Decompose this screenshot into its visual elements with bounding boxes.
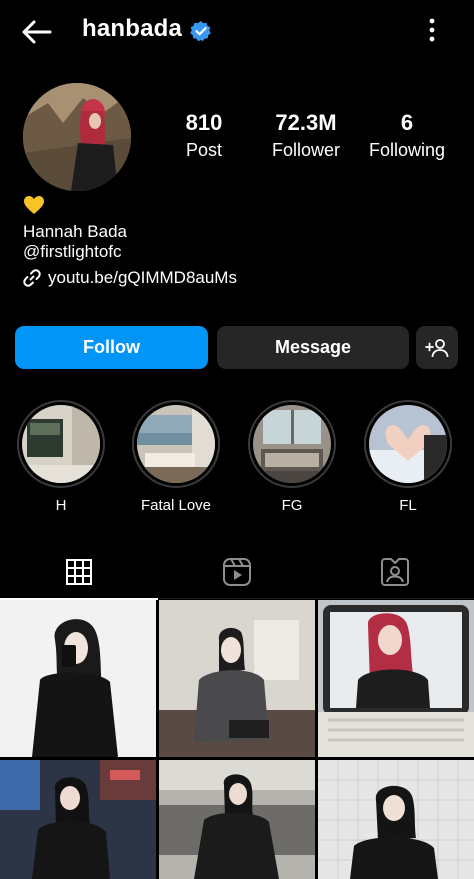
profile-handle-link[interactable]: @firstlightofc xyxy=(23,242,122,262)
highlight-label: FL xyxy=(399,497,417,514)
followers-stat[interactable]: 72.3M Follower xyxy=(268,110,344,161)
follow-button[interactable]: Follow xyxy=(15,326,208,369)
following-count: 6 xyxy=(400,110,414,135)
message-button[interactable]: Message xyxy=(217,326,409,369)
profile-username: hanbada xyxy=(82,15,183,42)
tab-posts-grid[interactable] xyxy=(0,545,158,600)
following-stat[interactable]: 6 Following xyxy=(366,110,448,161)
bio-link[interactable]: youtu.be/gQIMMD8auMs xyxy=(22,266,237,290)
post-thumbnail[interactable] xyxy=(0,600,156,757)
following-label: Following xyxy=(368,140,446,160)
profile-content-tabs xyxy=(0,545,474,600)
more-options-icon[interactable] xyxy=(420,16,444,44)
highlight-label: H xyxy=(55,497,67,514)
link-icon xyxy=(23,269,41,287)
highlight-item[interactable]: FL xyxy=(364,400,452,514)
profile-display-name: Hannah Bada xyxy=(23,222,127,241)
suggested-users-button[interactable] xyxy=(416,326,458,369)
post-thumbnail[interactable] xyxy=(159,760,315,879)
reels-icon xyxy=(223,558,251,586)
add-person-icon xyxy=(425,338,449,357)
top-bar: hanbada xyxy=(0,0,474,62)
highlight-label: FG xyxy=(281,497,303,514)
posts-grid xyxy=(0,600,474,879)
tab-tagged[interactable] xyxy=(316,545,474,599)
message-button-label: Message xyxy=(274,337,352,357)
back-arrow-icon[interactable] xyxy=(18,14,54,50)
highlight-item[interactable]: Fatal Love xyxy=(132,400,220,514)
posts-label: Post xyxy=(185,140,223,160)
verified-badge-icon xyxy=(190,20,212,42)
highlight-cover xyxy=(248,400,336,488)
follow-button-label: Follow xyxy=(83,337,140,357)
post-thumbnail[interactable] xyxy=(0,760,156,879)
yellow-heart-icon xyxy=(23,195,45,215)
tagged-icon xyxy=(381,558,409,586)
highlight-label: Fatal Love xyxy=(140,497,212,514)
highlight-cover xyxy=(17,400,105,488)
profile-avatar[interactable] xyxy=(23,83,131,191)
post-thumbnail[interactable] xyxy=(318,600,474,757)
post-thumbnail[interactable] xyxy=(318,760,474,879)
highlight-item[interactable]: FG xyxy=(248,400,336,514)
bio-link-text[interactable]: youtu.be/gQIMMD8auMs xyxy=(48,268,237,288)
post-thumbnail[interactable] xyxy=(159,600,315,757)
grid-icon xyxy=(66,559,92,585)
followers-count: 72.3M xyxy=(275,110,337,135)
highlight-item[interactable]: H xyxy=(17,400,105,514)
tab-reels[interactable] xyxy=(158,545,316,599)
followers-label: Follower xyxy=(271,140,341,160)
posts-count: 810 xyxy=(185,110,223,135)
highlight-cover xyxy=(132,400,220,488)
highlight-cover xyxy=(364,400,452,488)
posts-stat[interactable]: 810 Post xyxy=(182,110,226,161)
